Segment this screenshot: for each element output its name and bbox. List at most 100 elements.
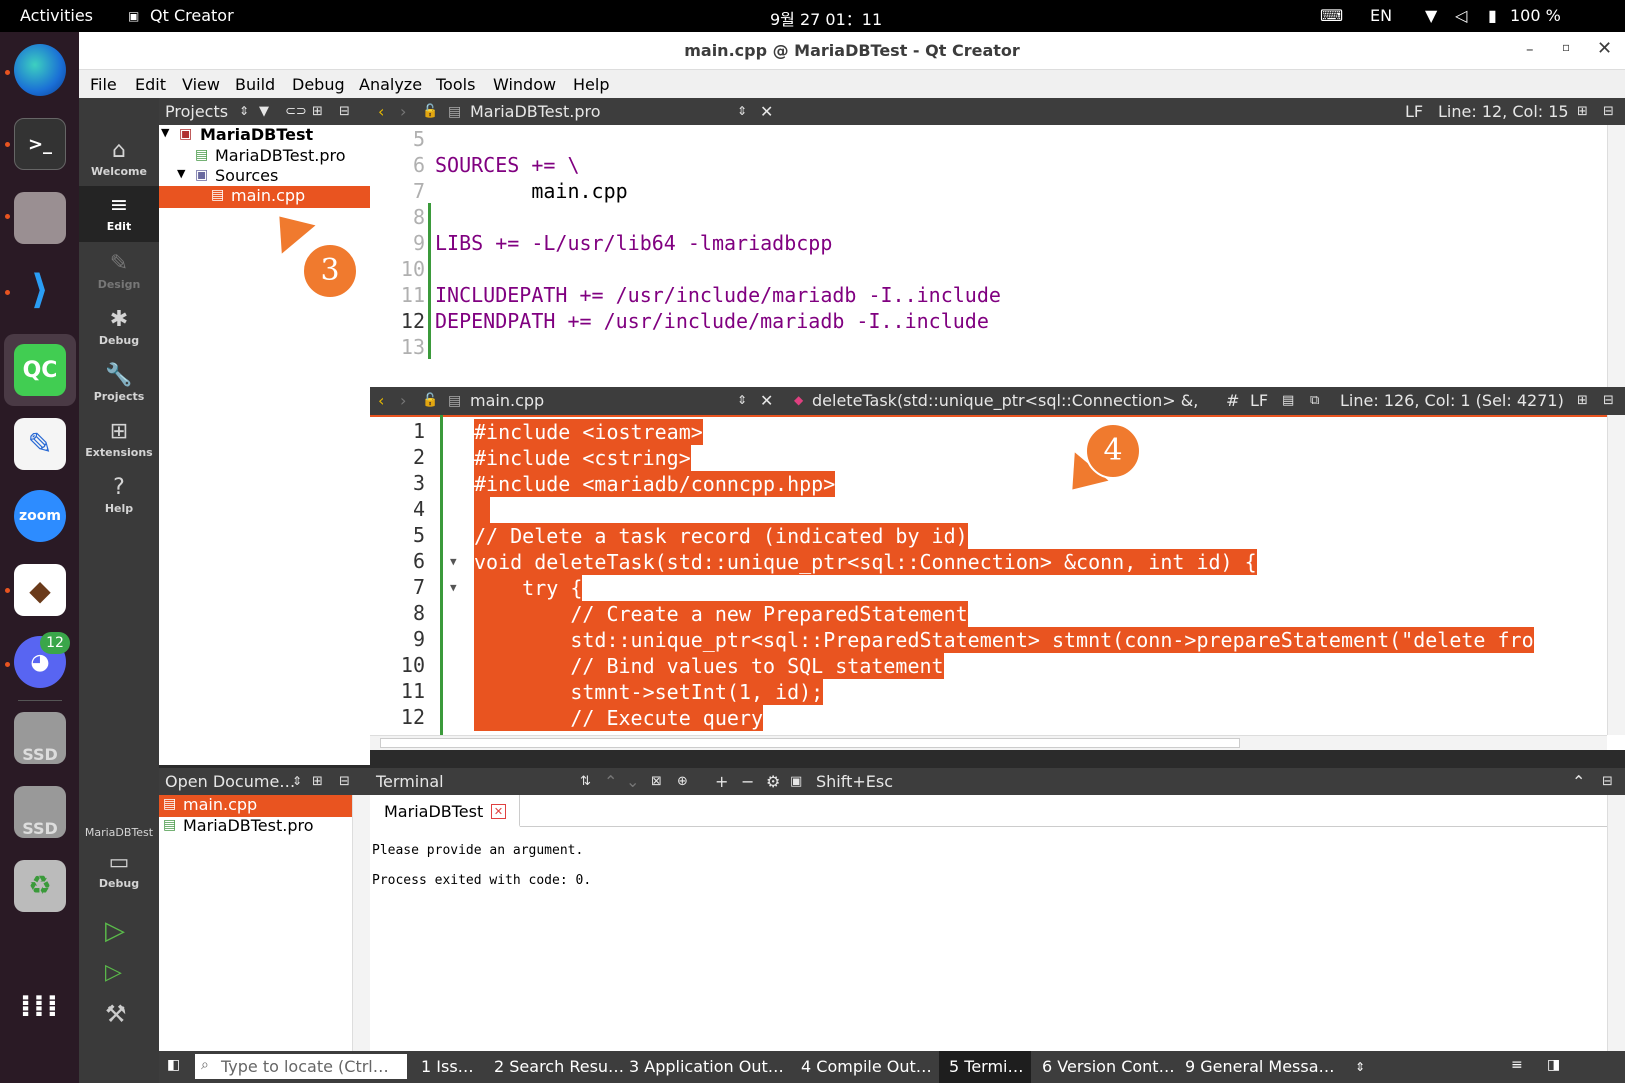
sort-icon[interactable]: ⇅ — [580, 774, 591, 789]
settings-gear-icon[interactable]: ⚙ — [766, 772, 780, 791]
menu-analyze[interactable]: Analyze — [359, 75, 422, 94]
more-tabs-icon[interactable]: ⇕ — [1355, 1060, 1365, 1074]
horizontal-scrollbar[interactable] — [370, 735, 1607, 750]
tree-item-project[interactable]: ▼ ▣ MariaDBTest — [159, 125, 370, 147]
volume-muted-icon[interactable]: ◁ — [1455, 6, 1467, 25]
close-document-icon[interactable]: ✕ — [760, 391, 773, 410]
dropdown-arrows-icon[interactable]: ⇕ — [292, 774, 302, 788]
ssd-drive-icon[interactable]: SSD — [14, 712, 66, 764]
clock[interactable]: 9월 27 01：11 — [770, 6, 882, 30]
escape-icon[interactable]: ▣ — [790, 774, 802, 789]
close-document-icon[interactable]: ✕ — [760, 102, 773, 121]
up-icon[interactable]: ⌃ — [604, 772, 617, 791]
tab-general-messages[interactable]: 9 General Messa… — [1185, 1057, 1335, 1076]
wifi-icon[interactable]: ▼ — [1425, 6, 1437, 25]
forward-icon[interactable]: › — [400, 102, 406, 121]
active-app-label[interactable]: Qt Creator — [150, 6, 234, 25]
collapse-arrow-icon[interactable]: ▼ — [161, 126, 169, 139]
down-icon[interactable]: ⌄ — [626, 772, 639, 791]
back-icon[interactable]: ‹ — [378, 102, 384, 121]
hash-button[interactable]: # — [1226, 391, 1239, 410]
editor-main-cpp[interactable]: 1 2 3 4 5 6 7 8 9 10 11 12 ▼ ▼ #include … — [370, 415, 1625, 750]
add-icon[interactable]: + — [715, 772, 728, 791]
tab-application-output[interactable]: 3 Application Out… — [629, 1057, 784, 1076]
trash-icon[interactable]: ♻ — [14, 860, 66, 912]
forward-icon[interactable]: › — [400, 391, 406, 410]
mode-debug[interactable]: ✱ Debug — [79, 300, 159, 356]
mode-welcome[interactable]: ⌂ Welcome — [79, 131, 159, 187]
menu-debug[interactable]: Debug — [292, 75, 345, 94]
debug-run-icon[interactable]: ▷ — [105, 960, 122, 985]
clear-icon[interactable]: ⊠ — [651, 774, 662, 789]
menu-tools[interactable]: Tools — [436, 75, 475, 94]
link-icon[interactable]: ⊂⊃ — [285, 104, 307, 119]
open-doc-main-cpp[interactable]: ▤ main.cpp — [159, 795, 352, 817]
format-icon[interactable]: ▤ — [1282, 393, 1294, 408]
tree-item-pro-file[interactable]: ▤ MariaDBTest.pro — [159, 146, 370, 168]
split-icon[interactable]: ⊞ — [1577, 393, 1588, 408]
menu-window[interactable]: Window — [493, 75, 556, 94]
minimize-icon[interactable]: – — [1526, 40, 1534, 58]
menu-view[interactable]: View — [182, 75, 220, 94]
locator-input[interactable]: ⌕ Type to locate (Ctrl… — [195, 1054, 407, 1079]
open-documents-selector[interactable]: Open Docume… — [165, 772, 295, 791]
language-indicator[interactable]: EN — [1370, 6, 1392, 25]
zoom-icon[interactable]: zoom — [14, 490, 66, 542]
menu-help[interactable]: Help — [573, 75, 609, 94]
dropdown-arrows-icon[interactable]: ⇕ — [239, 104, 249, 118]
edge-browser-icon[interactable] — [14, 44, 66, 96]
tab-terminal[interactable]: 5 Termi… — [949, 1057, 1024, 1076]
tab-search-results[interactable]: 2 Search Resu… — [494, 1057, 624, 1076]
mode-projects[interactable]: 🔧 Projects — [79, 356, 159, 412]
mode-help[interactable]: ? Help — [79, 468, 159, 524]
remove-icon[interactable]: − — [741, 772, 754, 791]
qt-creator-icon[interactable]: QC — [14, 344, 66, 396]
vertical-scrollbar[interactable] — [1607, 415, 1625, 735]
show-apps-icon[interactable]: ⁞⁞⁞ — [14, 980, 66, 1032]
symbol-selector[interactable]: deleteTask(std::unique_ptr<sql::Connecti… — [812, 391, 1202, 410]
terminal-tab[interactable]: MariaDBTest ✕ — [370, 795, 520, 827]
text-editor-icon[interactable]: ✎ — [14, 418, 66, 470]
open-doc-pro[interactable]: ▤ MariaDBTest.pro — [159, 816, 352, 838]
close-pane-icon[interactable]: ⊟ — [1602, 774, 1613, 789]
dropdown-arrows-icon[interactable]: ⇕ — [737, 104, 747, 118]
menu-file[interactable]: File — [90, 75, 117, 94]
projects-view-selector[interactable]: Projects — [165, 102, 228, 121]
split-icon[interactable]: ⊞ — [1577, 104, 1588, 119]
build-hammer-icon[interactable]: ⚒ — [105, 1000, 127, 1028]
document-selector[interactable]: MariaDBTest.pro — [470, 102, 601, 121]
close-tab-icon[interactable]: ✕ — [491, 804, 506, 819]
tab-compile-output[interactable]: 4 Compile Out… — [801, 1057, 932, 1076]
tree-item-sources[interactable]: ▼ ▣ Sources — [159, 166, 370, 188]
clipboard-icon[interactable]: ⧉ — [1310, 393, 1319, 408]
vertical-scrollbar[interactable] — [1607, 125, 1625, 387]
filter-icon[interactable]: ▼ — [259, 104, 269, 119]
back-icon[interactable]: ‹ — [378, 391, 384, 410]
close-split-icon[interactable]: ⊟ — [1603, 104, 1614, 119]
menu-edit[interactable]: Edit — [135, 75, 166, 94]
toggle-sidebar-icon[interactable]: ◧ — [167, 1057, 180, 1073]
cursor-position[interactable]: Line: 126, Col: 1 (Sel: 4271) — [1340, 391, 1564, 410]
progress-icon[interactable]: ≡ — [1511, 1057, 1523, 1073]
editor-pro-file[interactable]: 5 6 7 8 9 10 11 12 13 SOURCES += \ main.… — [370, 125, 1625, 387]
vscode-icon[interactable]: ⟩ — [14, 264, 66, 316]
new-terminal-icon[interactable]: ⊕ — [677, 774, 688, 789]
scrollbar-thumb[interactable] — [380, 738, 1240, 748]
gamepad-icon[interactable]: ⌨ — [1320, 6, 1343, 25]
tab-version-control[interactable]: 6 Version Cont… — [1042, 1057, 1175, 1076]
maximize-pane-icon[interactable]: ⌃ — [1572, 772, 1585, 791]
maximize-icon[interactable]: ▫ — [1562, 40, 1570, 54]
files-icon[interactable] — [14, 192, 66, 244]
line-ending-label[interactable]: LF — [1250, 391, 1268, 410]
tab-issues[interactable]: 1 Iss… — [421, 1057, 474, 1076]
split-icon[interactable]: ⊞ — [312, 104, 323, 119]
close-pane-icon[interactable]: ⊟ — [339, 774, 350, 789]
ssd-drive-icon[interactable]: SSD — [14, 786, 66, 838]
fold-arrow-icon[interactable]: ▼ — [450, 555, 457, 568]
close-pane-icon[interactable]: ⊟ — [339, 104, 350, 119]
mode-extensions[interactable]: ⊞ Extensions — [79, 412, 159, 468]
terminal-pane[interactable]: MariaDBTest ✕ Please provide an argument… — [370, 795, 1625, 1051]
split-icon[interactable]: ⊞ — [312, 774, 323, 789]
menu-build[interactable]: Build — [235, 75, 275, 94]
document-selector[interactable]: main.cpp — [470, 391, 544, 410]
